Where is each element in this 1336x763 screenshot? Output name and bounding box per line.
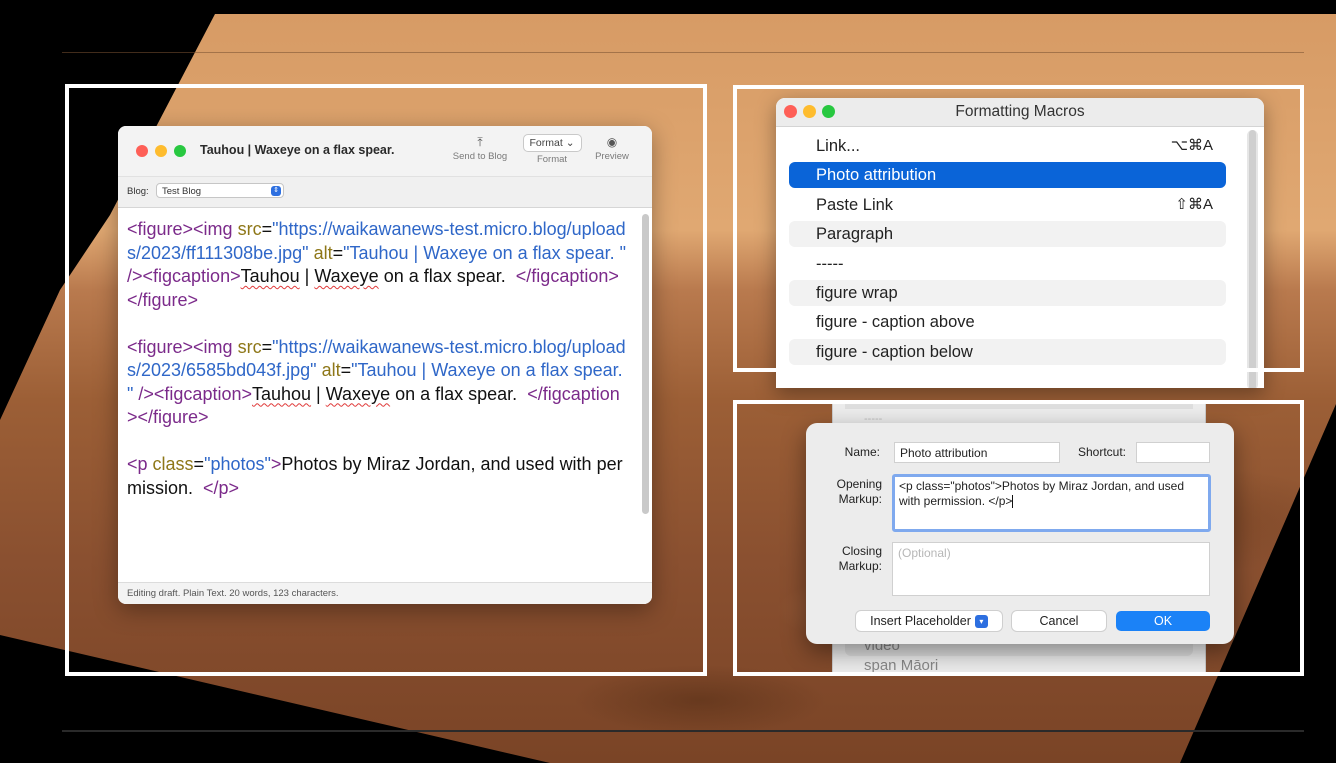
blog-select-value: Test Blog: [162, 186, 202, 197]
minimize-button[interactable]: [155, 145, 167, 157]
status-bar: Editing draft. Plain Text. 20 words, 123…: [118, 582, 652, 604]
editor-window: Tauhou | Waxeye on a flax spear. ⤒ Send …: [118, 126, 652, 604]
format-label: Format: [536, 154, 568, 165]
eye-icon: ◉: [606, 135, 618, 149]
editor-titlebar: Tauhou | Waxeye on a flax spear. ⤒ Send …: [118, 126, 652, 176]
format-menu[interactable]: Format ⌄ Format: [514, 134, 590, 165]
format-popup-label: Format: [529, 137, 563, 149]
post-text-editor[interactable]: <figure><img src="https://waikawanews-te…: [118, 208, 638, 582]
upload-icon: ⤒: [477, 135, 483, 149]
preview-label: Preview: [595, 151, 629, 162]
frame-dialog: [733, 400, 1304, 676]
window-controls: [136, 144, 193, 162]
preview-button[interactable]: ◉ Preview: [590, 134, 634, 162]
frame-macros: [733, 85, 1304, 372]
blog-label: Blog:: [127, 186, 149, 197]
chevron-down-icon: ⌄: [565, 137, 575, 149]
blog-bar: Blog: Test Blog ⇕: [118, 176, 652, 208]
editor-title: Tauhou | Waxeye on a flax spear.: [200, 143, 395, 157]
send-to-blog-button[interactable]: ⤒ Send to Blog: [448, 134, 512, 162]
bottom-divider: [62, 730, 1304, 732]
close-button[interactable]: [136, 145, 148, 157]
send-to-blog-label: Send to Blog: [452, 151, 508, 162]
editor-scrollbar[interactable]: [642, 214, 649, 514]
updown-chevron-icon: ⇕: [271, 186, 281, 196]
format-popup[interactable]: Format ⌄: [522, 134, 582, 152]
blog-select[interactable]: Test Blog ⇕: [156, 183, 284, 198]
top-divider: [62, 52, 1304, 53]
desktop: Tauhou | Waxeye on a flax spear. ⤒ Send …: [0, 0, 1336, 763]
zoom-button[interactable]: [174, 145, 186, 157]
